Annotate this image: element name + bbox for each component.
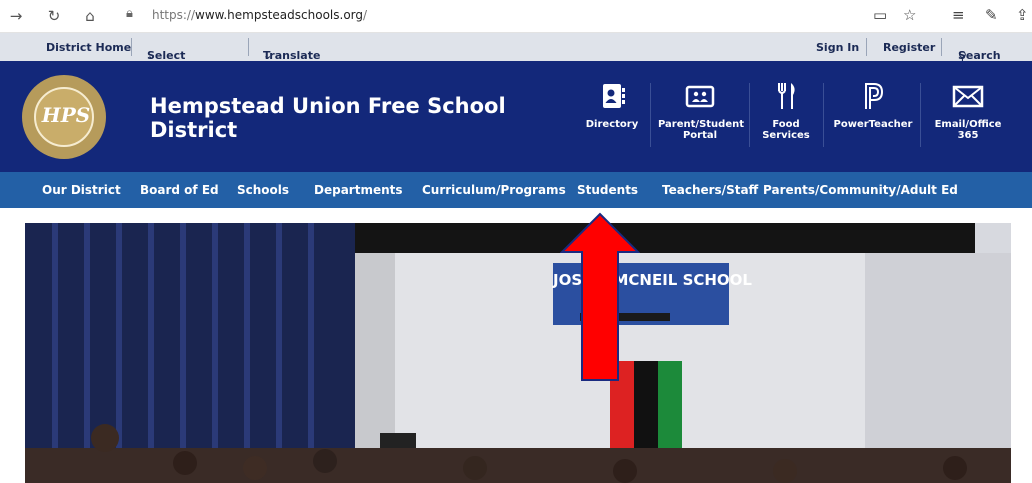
- favorites-list-icon[interactable]: ≡: [952, 6, 965, 24]
- nav-item-parents-community-adult-ed[interactable]: Parents/Community/Adult Ed: [763, 183, 958, 197]
- divider: [866, 38, 867, 56]
- district-logo[interactable]: HPS: [22, 75, 106, 159]
- share-icon[interactable]: ⇪: [1016, 6, 1029, 24]
- divider: [749, 83, 750, 147]
- sign-in-link[interactable]: Sign In: [816, 41, 859, 54]
- quicklink-powerteacher[interactable]: PowerTeacher: [832, 81, 914, 130]
- address-book-icon: [603, 84, 625, 108]
- district-home-link[interactable]: District Home: [46, 41, 131, 54]
- quicklink-label: Email/Office 365: [934, 119, 1002, 141]
- quicklink-food-services[interactable]: Food Services: [760, 81, 812, 141]
- home-icon[interactable]: ⌂: [80, 6, 100, 26]
- logo-monogram: HPS: [41, 103, 91, 127]
- quicklink-email-office365[interactable]: Email/Office 365: [928, 81, 1008, 141]
- envelope-icon: [952, 85, 984, 108]
- divider: [823, 83, 824, 147]
- divider: [650, 83, 651, 147]
- nav-item-curriculum-programs[interactable]: Curriculum/Programs: [422, 183, 566, 197]
- quicklink-label: Food Services: [762, 119, 810, 141]
- quicklink-label: Directory: [585, 119, 639, 130]
- favorite-star-icon[interactable]: ☆: [903, 6, 916, 24]
- quicklink-directory[interactable]: Directory: [584, 81, 640, 130]
- divider: [941, 38, 942, 56]
- divider: [920, 83, 921, 147]
- nav-item-students[interactable]: Students: [577, 183, 638, 197]
- logo-seal: HPS: [34, 87, 94, 147]
- back-arrow-icon[interactable]: →: [6, 6, 26, 26]
- hero-photo-illustration: [25, 223, 1011, 483]
- site-header: HPS Hempstead Union Free School District…: [0, 61, 1032, 172]
- reading-view-icon[interactable]: ▭: [873, 6, 887, 24]
- nav-item-board-of-ed[interactable]: Board of Ed: [140, 183, 219, 197]
- address-bar[interactable]: 🔒︎ https://www.hempsteadschools.org/: [118, 4, 858, 28]
- utility-bar: District Home Select a School ⌄ Translat…: [0, 33, 1032, 88]
- pen-icon[interactable]: ✎: [985, 6, 998, 24]
- presentation-icon: [685, 85, 715, 108]
- site-title[interactable]: Hempstead Union Free School District: [150, 94, 510, 142]
- browser-toolbar: → ↻ ⌂ 🔒︎ https://www.hempsteadschools.or…: [0, 0, 1032, 33]
- powerschool-logo-icon: [865, 83, 884, 109]
- nav-item-schools[interactable]: Schools: [237, 183, 289, 197]
- url-text: https://www.hempsteadschools.org/: [152, 8, 368, 22]
- main-navigation: Our District Board of Ed Schools Departm…: [0, 172, 1032, 208]
- nav-item-departments[interactable]: Departments: [314, 183, 403, 197]
- quicklink-label: PowerTeacher: [833, 119, 913, 130]
- lock-icon: 🔒︎: [126, 6, 133, 21]
- hero-photo: JOS MCNEIL SCHOOL: [25, 223, 1011, 483]
- quicklink-parent-student-portal[interactable]: Parent/Student Portal: [658, 81, 745, 141]
- nav-item-teachers-staff[interactable]: Teachers/Staff: [662, 183, 758, 197]
- annotation-arrow-icon: [560, 212, 640, 381]
- refresh-icon[interactable]: ↻: [44, 6, 64, 26]
- divider: [248, 38, 249, 56]
- register-link[interactable]: Register: [883, 41, 935, 54]
- divider: [131, 38, 132, 56]
- quicklink-label: Parent/Student Portal: [658, 119, 745, 141]
- nav-item-our-district[interactable]: Our District: [42, 183, 121, 197]
- fork-knife-icon: [778, 83, 795, 109]
